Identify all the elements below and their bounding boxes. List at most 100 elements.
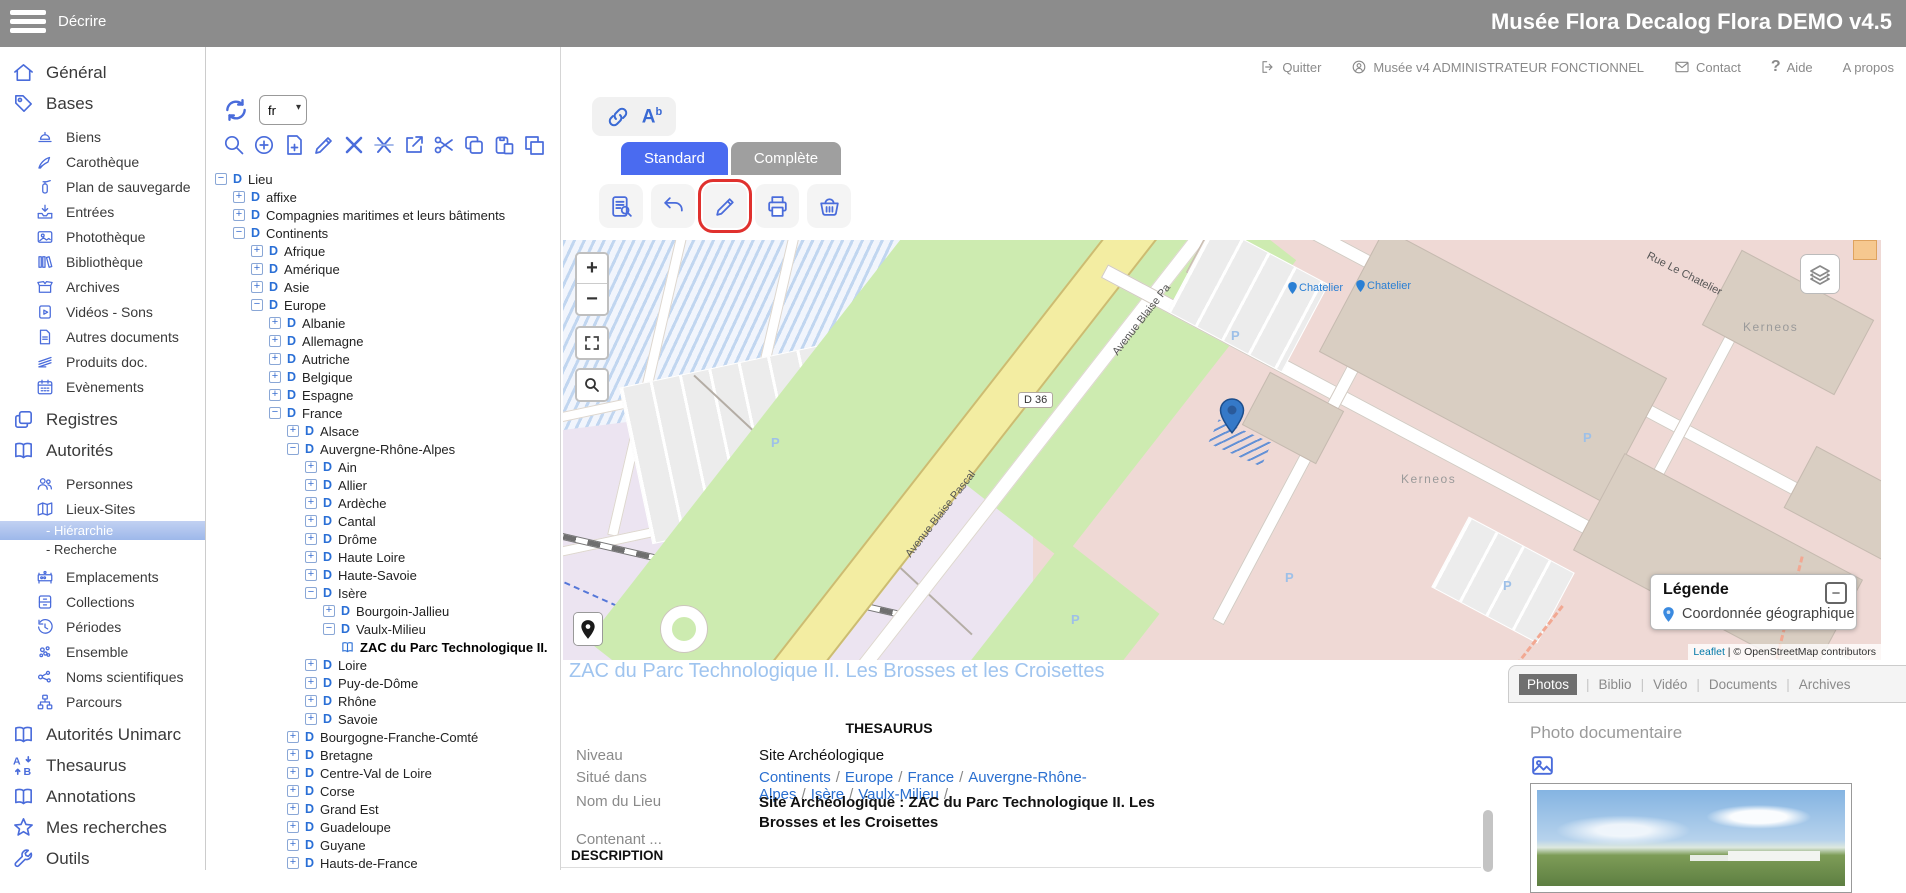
- tree-item-continents[interactable]: −DContinents: [207, 224, 560, 242]
- sidebar-item-plan-de-sauvegarde[interactable]: Plan de sauvegarde: [0, 174, 205, 199]
- tree-item-allier[interactable]: +DAllier: [207, 476, 560, 494]
- tree-item-vaulx-milieu[interactable]: −DVaulx-Milieu: [207, 620, 560, 638]
- expand-node-icon[interactable]: +: [287, 425, 299, 437]
- media-tab-photos[interactable]: Photos: [1519, 674, 1577, 695]
- basket-button[interactable]: [807, 184, 851, 228]
- sidebar-item-hiérarchie[interactable]: - Hiérarchie: [0, 521, 205, 540]
- tree-item-hauts-de-france[interactable]: +DHauts-de-France: [207, 854, 560, 870]
- tree-item-haute-savoie[interactable]: +DHaute-Savoie: [207, 566, 560, 584]
- breadcrumb-link-europe[interactable]: Europe: [845, 769, 893, 786]
- expand-node-icon[interactable]: +: [251, 245, 263, 257]
- expand-node-icon[interactable]: +: [287, 839, 299, 851]
- collapse-node-icon[interactable]: −: [269, 407, 281, 419]
- sidebar-item-recherche[interactable]: - Recherche: [0, 540, 205, 559]
- media-tab-biblio[interactable]: Biblio: [1599, 677, 1632, 692]
- expand-node-icon[interactable]: +: [305, 659, 317, 671]
- add-document-icon[interactable]: [281, 133, 306, 158]
- sidebar-item-autres-documents[interactable]: Autres documents: [0, 324, 205, 349]
- breadcrumb-link-france[interactable]: France: [907, 769, 954, 786]
- media-tab-documents[interactable]: Documents: [1709, 677, 1777, 692]
- tab-complete[interactable]: Complète: [731, 142, 841, 175]
- tree-item-lieu[interactable]: −DLieu: [207, 170, 560, 188]
- tab-standard[interactable]: Standard: [621, 142, 728, 175]
- sidebar-item-archives[interactable]: Archives: [0, 274, 205, 299]
- expand-node-icon[interactable]: +: [305, 461, 317, 473]
- tree-item-ain[interactable]: +DAin: [207, 458, 560, 476]
- duplicate-icon[interactable]: [521, 133, 546, 158]
- tree-item-europe[interactable]: −DEurope: [207, 296, 560, 314]
- tree-item-cantal[interactable]: +DCantal: [207, 512, 560, 530]
- locate-pin-icon[interactable]: [574, 613, 602, 645]
- expand-node-icon[interactable]: +: [305, 497, 317, 509]
- tree-item-centre-val-de-loire[interactable]: +DCentre-Val de Loire: [207, 764, 560, 782]
- merge-icon[interactable]: [371, 133, 396, 158]
- expand-node-icon[interactable]: +: [305, 515, 317, 527]
- tree-item-bretagne[interactable]: +DBretagne: [207, 746, 560, 764]
- leaflet-link[interactable]: Leaflet: [1693, 646, 1725, 658]
- link-icon[interactable]: [606, 105, 630, 129]
- tree-item-grand-est[interactable]: +DGrand Est: [207, 800, 560, 818]
- tree-item-bourgoin-jallieu[interactable]: +DBourgoin-Jallieu: [207, 602, 560, 620]
- print-button[interactable]: [755, 184, 799, 228]
- tree-item-asie[interactable]: +DAsie: [207, 278, 560, 296]
- expand-node-icon[interactable]: +: [305, 533, 317, 545]
- sidebar-item-entrées[interactable]: Entrées: [0, 199, 205, 224]
- expand-node-icon[interactable]: +: [251, 281, 263, 293]
- header-link-contact[interactable]: Contact: [1674, 59, 1741, 75]
- collapse-node-icon[interactable]: −: [323, 623, 335, 635]
- tree-item-albanie[interactable]: +DAlbanie: [207, 314, 560, 332]
- tree-item-alsace[interactable]: +DAlsace: [207, 422, 560, 440]
- expand-node-icon[interactable]: +: [269, 317, 281, 329]
- tree-item-guyane[interactable]: +DGuyane: [207, 836, 560, 854]
- sidebar-item-produits-doc[interactable]: Produits doc.: [0, 349, 205, 374]
- sidebar-item-parcours[interactable]: Parcours: [0, 689, 205, 714]
- sidebar-item-emplacements[interactable]: Emplacements: [0, 564, 205, 589]
- legend-collapse-button[interactable]: −: [1825, 582, 1847, 604]
- tree-item-espagne[interactable]: +DEspagne: [207, 386, 560, 404]
- sidebar-item-annotations[interactable]: Annotations: [0, 781, 205, 812]
- font-style-icon[interactable]: Ab: [642, 107, 662, 126]
- zoom-in-button[interactable]: +: [577, 254, 607, 284]
- sidebar-item-thesaurus[interactable]: ABThesaurus: [0, 750, 205, 781]
- photo-thumbnail[interactable]: [1537, 790, 1845, 886]
- expand-node-icon[interactable]: +: [269, 353, 281, 365]
- menu-icon[interactable]: [10, 10, 46, 37]
- sidebar-item-mes-recherches[interactable]: Mes recherches: [0, 812, 205, 843]
- tree-item-auvergne-rhône-alpes[interactable]: −DAuvergne-Rhône-Alpes: [207, 440, 560, 458]
- expand-node-icon[interactable]: +: [305, 713, 317, 725]
- expand-node-icon[interactable]: +: [305, 551, 317, 563]
- sidebar-item-photothèque[interactable]: Photothèque: [0, 224, 205, 249]
- sidebar-item-ensemble[interactable]: Ensemble: [0, 639, 205, 664]
- tree-item-loire[interactable]: +DLoire: [207, 656, 560, 674]
- tree-item-bourgogne-franche-comté[interactable]: +DBourgogne-Franche-Comté: [207, 728, 560, 746]
- edit-button-highlighted[interactable]: [703, 184, 747, 228]
- expand-node-icon[interactable]: +: [251, 263, 263, 275]
- form-search-button[interactable]: [599, 184, 643, 228]
- tree-item-ardèche[interactable]: +DArdèche: [207, 494, 560, 512]
- sidebar-item-général[interactable]: Général: [0, 57, 205, 88]
- expand-node-icon[interactable]: +: [233, 191, 245, 203]
- expand-node-icon[interactable]: +: [233, 209, 245, 221]
- copy-icon[interactable]: [461, 133, 486, 158]
- media-tab-vidéo[interactable]: Vidéo: [1653, 677, 1687, 692]
- expand-node-icon[interactable]: +: [305, 569, 317, 581]
- sidebar-item-evènements[interactable]: Evènements: [0, 374, 205, 399]
- collapse-node-icon[interactable]: −: [287, 443, 299, 455]
- layers-icon[interactable]: [1801, 255, 1839, 293]
- tree-item-haute-loire[interactable]: +DHaute Loire: [207, 548, 560, 566]
- tree-item-autriche[interactable]: +DAutriche: [207, 350, 560, 368]
- map-marker[interactable]: [1219, 398, 1245, 434]
- expand-node-icon[interactable]: +: [305, 695, 317, 707]
- sidebar-item-collections[interactable]: Collections: [0, 589, 205, 614]
- expand-node-icon[interactable]: +: [287, 731, 299, 743]
- expand-node-icon[interactable]: +: [287, 749, 299, 761]
- tree-item-amérique[interactable]: +DAmérique: [207, 260, 560, 278]
- expand-node-icon[interactable]: +: [287, 785, 299, 797]
- expand-node-icon[interactable]: +: [269, 335, 281, 347]
- sidebar-item-registres[interactable]: Registres: [0, 404, 205, 435]
- tree-item-compagnies-maritimes-et-leurs-b-timents[interactable]: +DCompagnies maritimes et leurs bâtiment…: [207, 206, 560, 224]
- fullscreen-icon[interactable]: [577, 328, 607, 358]
- expand-node-icon[interactable]: +: [269, 389, 281, 401]
- sidebar-item-autorités-unimarc[interactable]: Autorités Unimarc: [0, 719, 205, 750]
- sidebar-item-bibliothèque[interactable]: Bibliothèque: [0, 249, 205, 274]
